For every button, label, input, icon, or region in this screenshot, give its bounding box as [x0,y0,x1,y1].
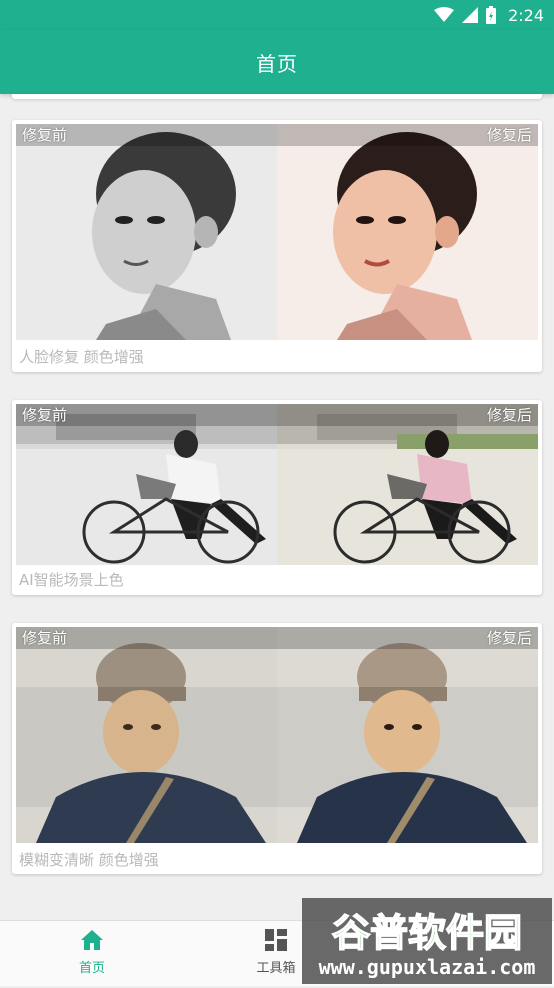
svg-text:谷普软件园: 谷普软件园 [332,911,522,955]
status-icons: 2:24 [434,4,544,26]
before-label: 修复前 [22,406,68,424]
grid-icon [265,929,287,951]
feature-card-face-restore[interactable]: 修复前 修复后 人脸修复 颜色增强 [12,120,542,372]
nav-item-home[interactable]: 首页 [52,929,132,976]
after-label: 修复后 [486,629,532,647]
after-image [277,404,538,565]
wifi-icon [434,7,455,22]
watermark-logo: 谷普软件园 www.gupuxlazai.com [302,898,552,984]
before-label: 修复前 [22,126,68,144]
nav-label-home: 首页 [78,961,105,976]
comparison-images [16,404,538,565]
nav-label-toolbox: 工具箱 [256,961,296,976]
card-caption: 人脸修复 颜色增强 [19,348,144,366]
status-time: 2:24 [508,5,544,25]
feature-card-ai-colorize[interactable]: 修复前 修复后 AI智能场景上色 [12,400,542,595]
label-strip [16,124,538,146]
after-image [277,124,538,340]
comparison-images [16,124,538,340]
card-caption: AI智能场景上色 [19,571,124,589]
status-bar: 2:24 [0,0,554,30]
svg-text:www.gupuxlazai.com: www.gupuxlazai.com [319,955,536,979]
signal-icon [462,7,479,23]
comparison-images [16,627,538,843]
label-strip [16,404,538,426]
after-label: 修复后 [486,406,532,424]
after-image [277,627,538,843]
page-title: 首页 [256,51,298,76]
before-image [16,124,277,340]
feature-card-deblur[interactable]: 修复前 修复后 模糊变清晰 颜色增强 [12,623,542,874]
previous-card-edge [12,94,542,99]
app-bar: 首页 [0,30,554,94]
home-icon [81,930,103,950]
before-image [16,404,277,565]
battery-icon [486,6,497,24]
label-strip [16,627,538,649]
after-label: 修复后 [486,126,532,144]
before-image [16,627,277,843]
before-label: 修复前 [22,629,68,647]
card-caption: 模糊变清晰 颜色增强 [19,851,159,869]
